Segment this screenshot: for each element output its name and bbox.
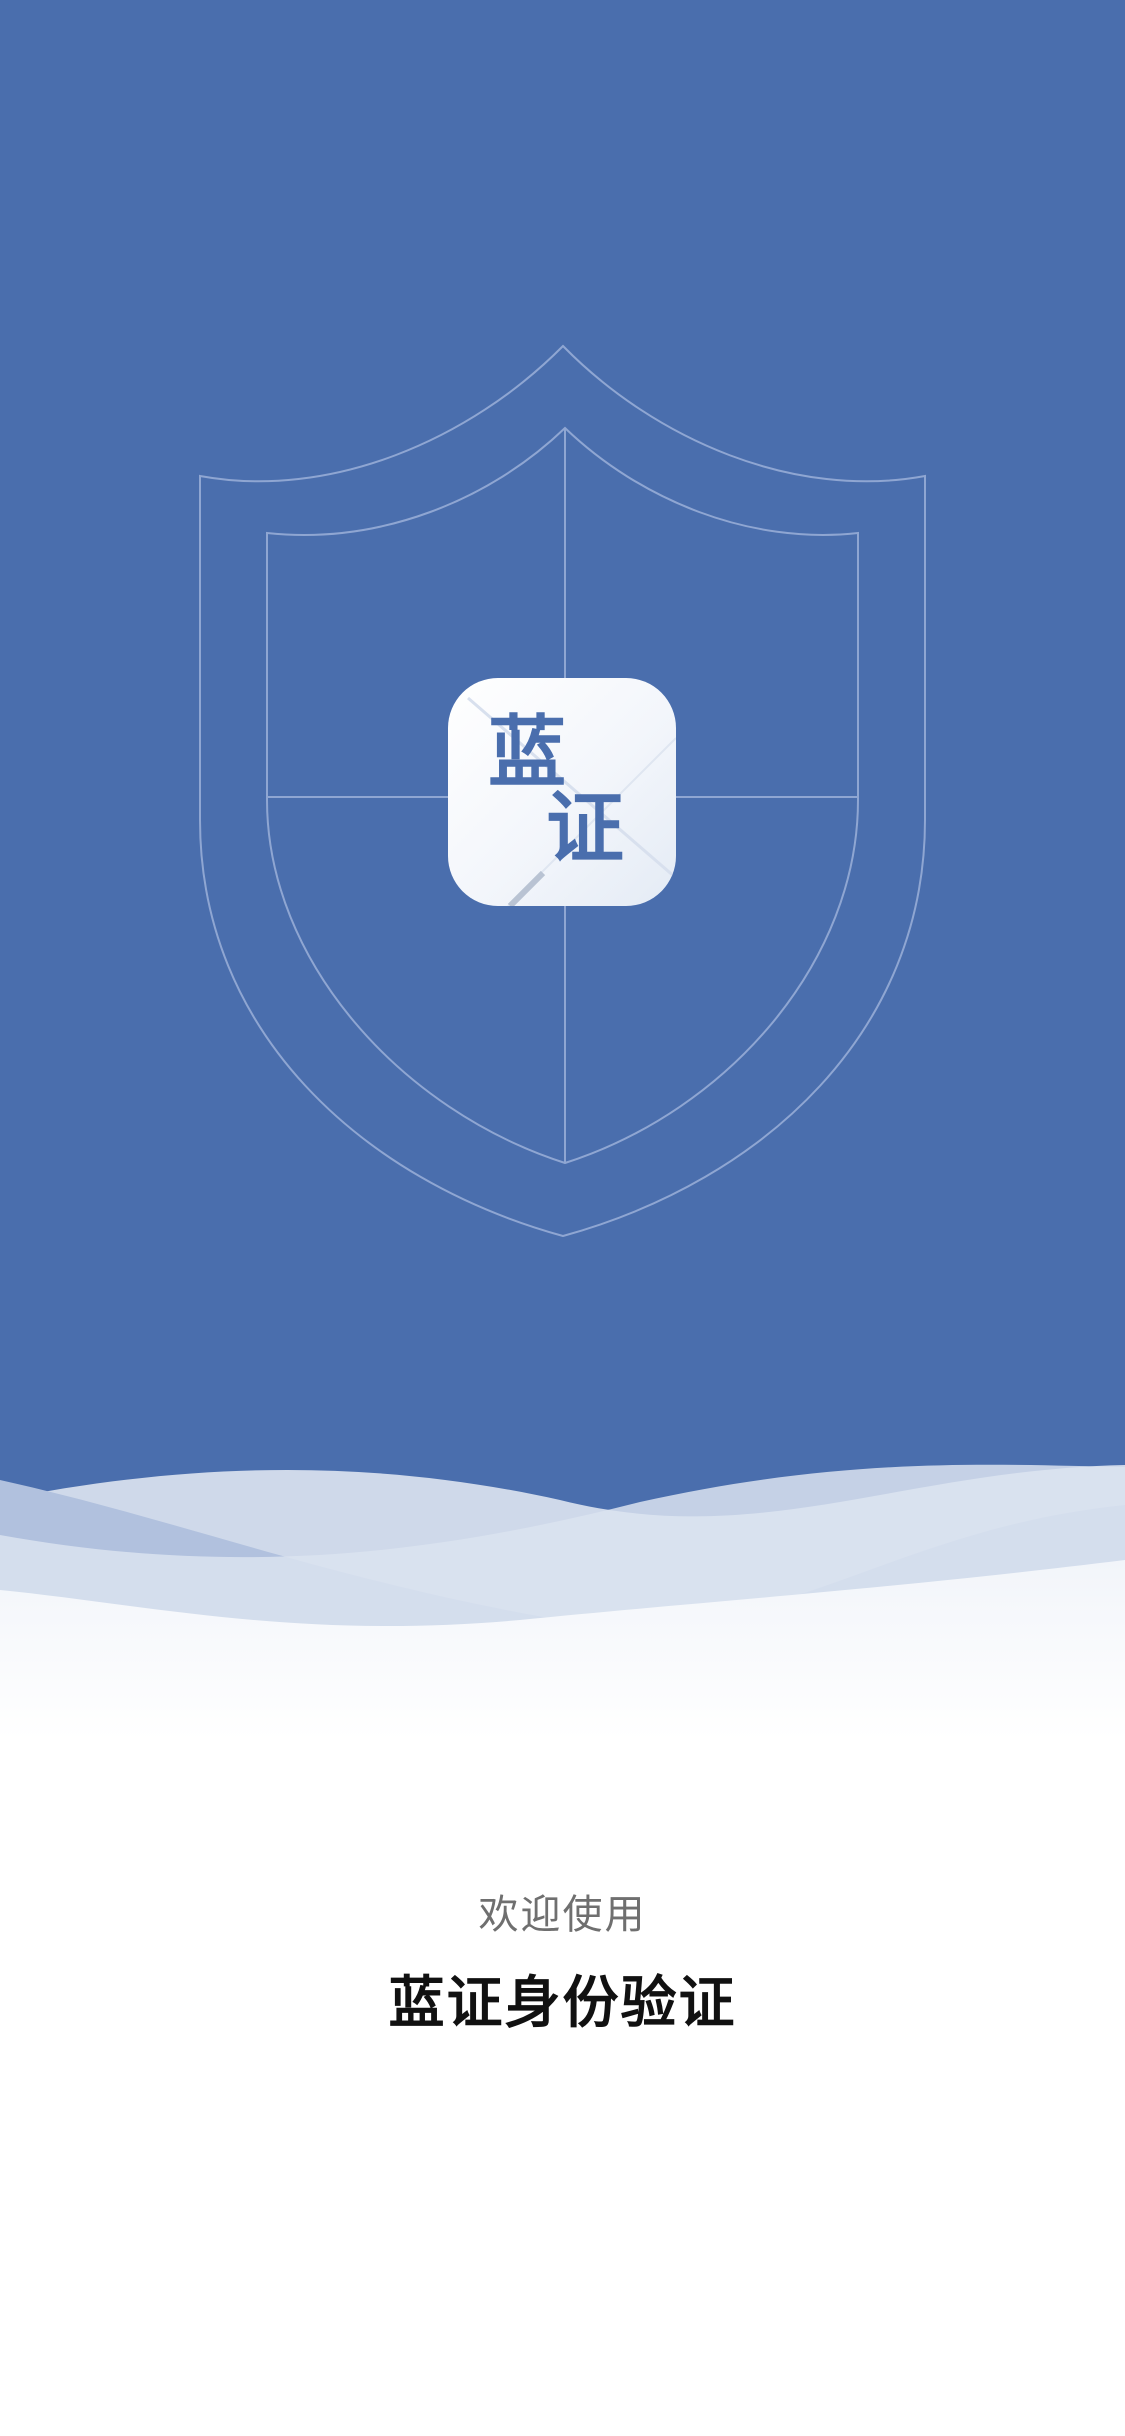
app-logo-char-1: 蓝 <box>488 707 567 798</box>
wave-decoration <box>0 1464 1125 1740</box>
app-logo-icon: 蓝 证 <box>448 678 676 906</box>
welcome-text: 欢迎使用 <box>478 1892 647 1938</box>
app-title: 蓝证身份验证 <box>388 1971 737 2036</box>
app-logo-char-2: 证 <box>546 783 625 874</box>
splash-screen: 蓝 证 欢迎使用 蓝证身份验证 <box>0 0 1125 2436</box>
shield-icon <box>199 344 926 1238</box>
